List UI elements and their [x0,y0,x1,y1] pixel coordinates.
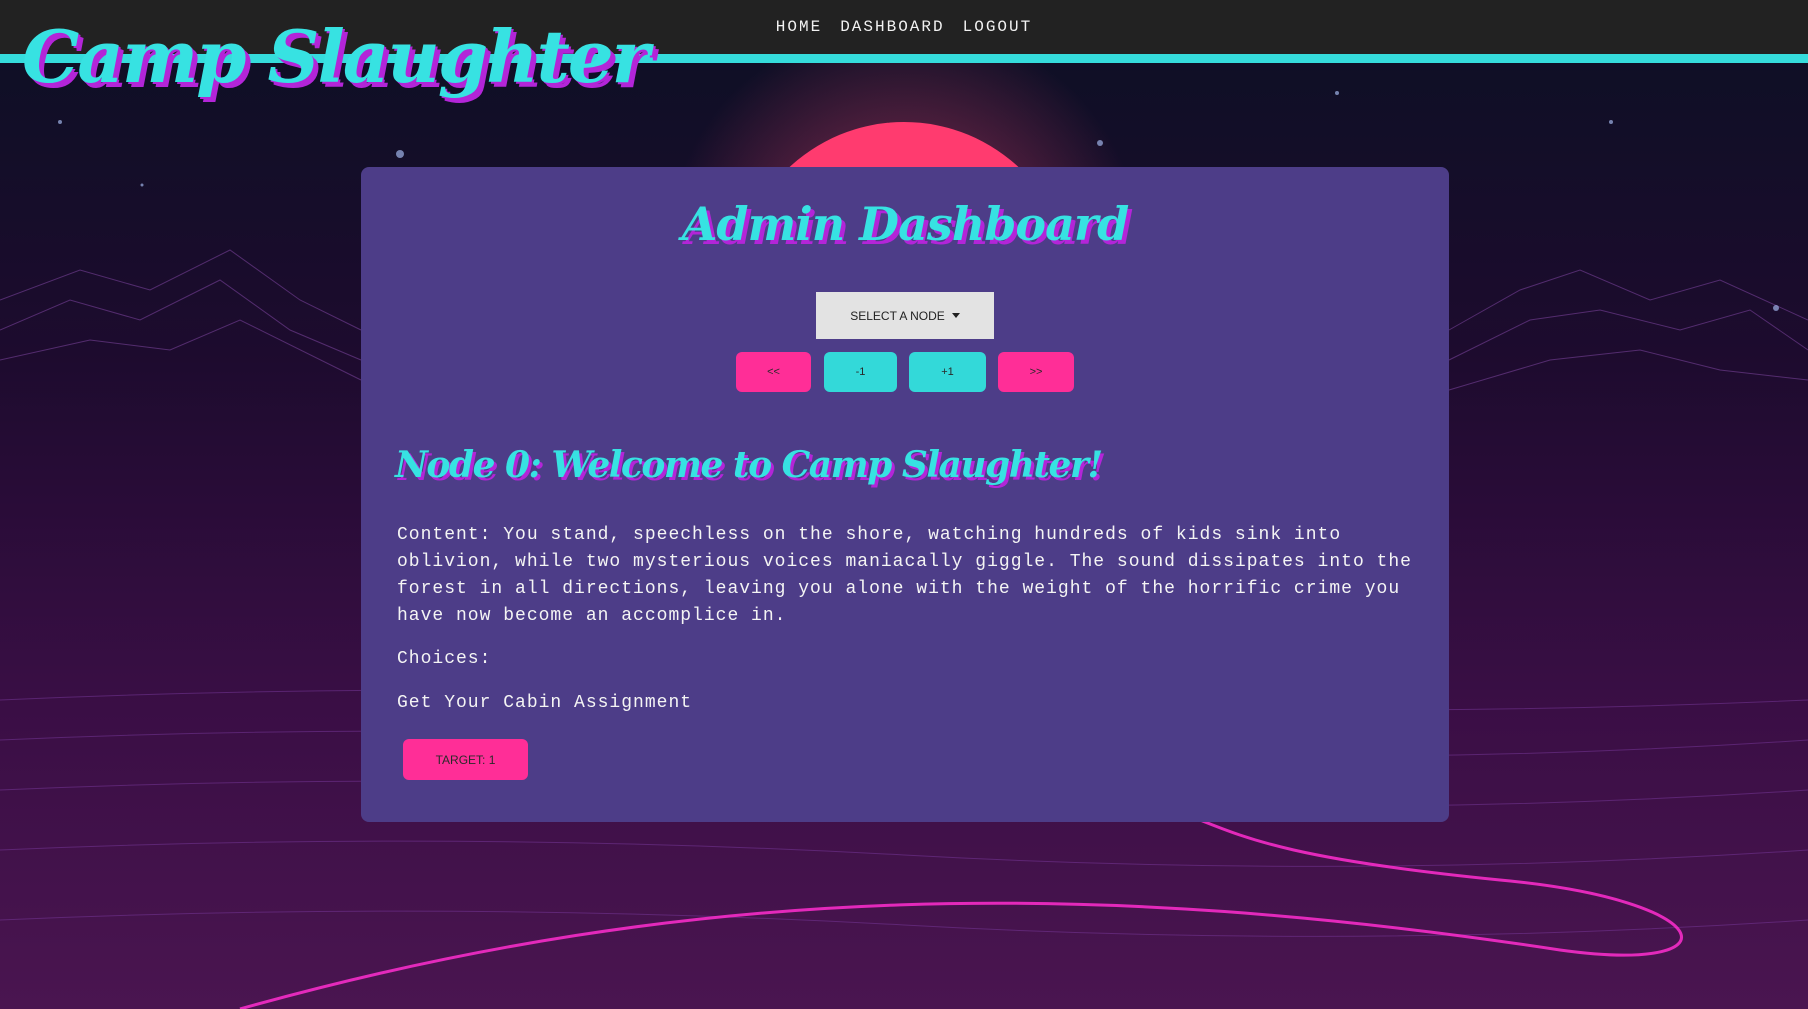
nav-dashboard-link[interactable]: DASHBOARD [840,18,944,36]
select-node-dropdown[interactable]: SELECT A NODE [816,292,994,339]
dashboard-title: Admin Dashboard [681,197,1130,251]
dashboard-panel: Admin Dashboard SELECT A NODE << -1 +1 >… [361,167,1449,822]
choice-text: Get Your Cabin Assignment [397,693,693,713]
last-node-button[interactable]: >> [998,352,1074,392]
site-logo[interactable]: Camp Slaughter [22,14,650,99]
choice-target-button[interactable]: TARGET: 1 [403,739,528,780]
select-node-label: SELECT A NODE [850,308,945,323]
nav-logout-link[interactable]: LOGOUT [963,18,1033,36]
node-content: Content: You stand, speechless on the sh… [397,525,1412,626]
previous-node-button[interactable]: -1 [824,352,897,392]
caret-down-icon [951,313,960,318]
nav-home-link[interactable]: HOME [776,18,822,36]
choices-label: Choices: [397,649,492,669]
first-node-button[interactable]: << [736,352,811,392]
node-title: Node 0: Welcome to Camp Slaughter! [395,444,1103,486]
next-node-button[interactable]: +1 [909,352,986,392]
